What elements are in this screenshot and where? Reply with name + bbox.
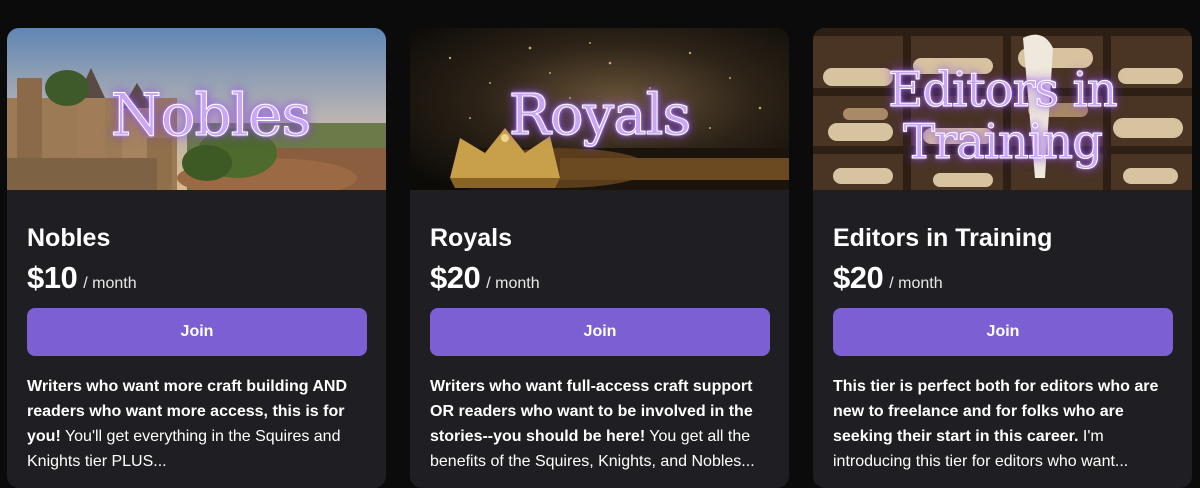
membership-tiers: Nobles Nobles $10 / month Join Writers w… xyxy=(0,28,1200,488)
banner-title-line-1: Editors in xyxy=(888,62,1118,118)
tier-description-rest: You'll get everything in the Squires and… xyxy=(27,428,341,470)
tier-card-nobles: Nobles Nobles $10 / month Join Writers w… xyxy=(7,28,386,488)
tier-description: Writers who want more craft building AND… xyxy=(27,374,367,474)
banner-title-line-2: Training xyxy=(903,114,1104,170)
banner-title: Editors in Training xyxy=(813,62,1192,170)
tier-description-bold: This tier is perfect both for editors wh… xyxy=(833,378,1159,445)
join-button[interactable]: Join xyxy=(430,308,770,356)
tier-price: $20 xyxy=(430,260,481,295)
tier-banner-image: Editors in Training xyxy=(813,28,1192,190)
tier-name: Editors in Training xyxy=(833,224,1053,252)
tier-banner-image: Royals xyxy=(410,28,789,190)
tier-description: Writers who want full-access craft suppo… xyxy=(430,374,770,474)
tier-banner-image: Nobles xyxy=(7,28,386,190)
price-row: $20 / month xyxy=(430,260,769,296)
banner-title: Nobles xyxy=(110,81,311,149)
banner-title: Royals xyxy=(508,83,692,148)
join-button[interactable]: Join xyxy=(833,308,1173,356)
tier-name: Royals xyxy=(430,224,512,252)
price-row: $20 / month xyxy=(833,260,1172,296)
tier-price: $10 xyxy=(27,260,78,295)
tier-description: This tier is perfect both for editors wh… xyxy=(833,374,1173,474)
price-row: $10 / month xyxy=(27,260,366,296)
tier-price: $20 xyxy=(833,260,884,295)
billing-period: / month xyxy=(889,275,943,292)
tier-card-editors-in-training: Editors in Training Editors in Training … xyxy=(813,28,1192,488)
join-button[interactable]: Join xyxy=(27,308,367,356)
billing-period: / month xyxy=(83,275,137,292)
tier-card-royals: Royals Royals $20 / month Join Writers w… xyxy=(410,28,789,488)
tier-name: Nobles xyxy=(27,224,111,252)
billing-period: / month xyxy=(486,275,540,292)
